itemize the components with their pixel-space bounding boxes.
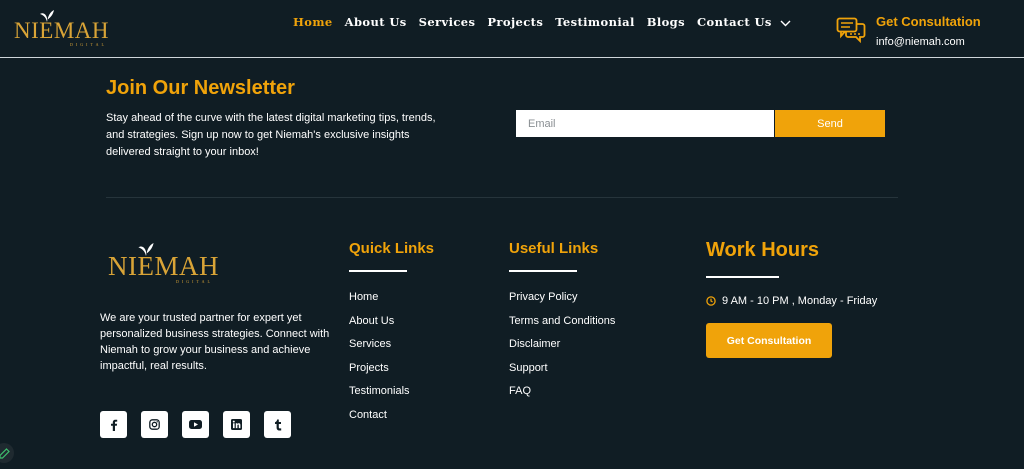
chat-icon <box>836 17 866 43</box>
nav-services[interactable]: Services <box>419 15 476 29</box>
youtube-icon[interactable] <box>182 411 209 438</box>
work-hours-title: Work Hours <box>706 239 819 261</box>
logo-wordmark: NIEMAH <box>14 18 109 43</box>
header-logo[interactable]: NIEMAH DIGITAL <box>14 10 114 47</box>
footer-brand-text: We are your trusted partner for expert y… <box>100 312 330 372</box>
quick-links-title: Quick Links <box>349 240 435 257</box>
footer-link-services[interactable]: Services <box>349 336 410 360</box>
useful-links-list: Privacy Policy Terms and Conditions Disc… <box>509 289 615 407</box>
get-consultation-button[interactable]: Get Consultation <box>706 323 832 358</box>
work-hours-underline <box>706 276 779 278</box>
header-consultation-title[interactable]: Get Consultation <box>876 14 981 29</box>
nav-contact-us[interactable]: Contact Us <box>697 15 791 29</box>
footer-link-testimonials[interactable]: Testimonials <box>349 383 410 407</box>
nav-blogs[interactable]: Blogs <box>647 15 685 29</box>
footer-link-projects[interactable]: Projects <box>349 360 410 384</box>
footer-link-privacy-policy[interactable]: Privacy Policy <box>509 289 615 313</box>
quick-links-underline <box>349 270 407 272</box>
nav-about-us[interactable]: About Us <box>345 15 407 29</box>
facebook-icon[interactable] <box>100 411 127 438</box>
newsletter-send-button[interactable]: Send <box>775 110 885 137</box>
chevron-down-icon[interactable] <box>780 20 791 27</box>
newsletter-text: Stay ahead of the curve with the latest … <box>106 112 436 158</box>
footer-link-terms[interactable]: Terms and Conditions <box>509 313 615 337</box>
nav-testimonial[interactable]: Testimonial <box>555 15 635 29</box>
newsletter-email-input[interactable] <box>516 110 774 137</box>
footer-link-about-us[interactable]: About Us <box>349 313 410 337</box>
clock-icon <box>706 296 716 306</box>
nav-home[interactable]: Home <box>293 15 333 29</box>
footer-logo-wordmark: NIEMAH <box>108 251 219 281</box>
header-email[interactable]: info@niemah.com <box>876 36 965 48</box>
instagram-icon[interactable] <box>141 411 168 438</box>
useful-links-title: Useful Links <box>509 240 599 257</box>
footer-logo[interactable]: NIEMAH DIGITAL <box>108 243 228 284</box>
tumblr-icon[interactable] <box>264 411 291 438</box>
footer-link-contact[interactable]: Contact <box>349 407 410 431</box>
footer-link-disclaimer[interactable]: Disclaimer <box>509 336 615 360</box>
logo-tagline: DIGITAL <box>70 42 107 47</box>
section-divider <box>106 197 898 198</box>
edit-fab[interactable] <box>0 443 14 463</box>
linkedin-icon[interactable] <box>223 411 250 438</box>
social-links <box>100 411 291 438</box>
footer-logo-tagline: DIGITAL <box>176 279 213 284</box>
nav-contact-us-label[interactable]: Contact Us <box>697 15 772 29</box>
work-hours-info: 9 AM - 10 PM , Monday - Friday <box>706 295 877 307</box>
work-hours-text: 9 AM - 10 PM , Monday - Friday <box>722 295 878 307</box>
useful-links-underline <box>509 270 577 272</box>
site-header: NIEMAH DIGITAL Home About Us Services Pr… <box>0 0 1024 58</box>
footer-link-support[interactable]: Support <box>509 360 615 384</box>
pencil-icon <box>0 447 10 459</box>
footer-link-home[interactable]: Home <box>349 289 410 313</box>
newsletter-title: Join Our Newsletter <box>106 77 295 99</box>
main-nav: Home About Us Services Projects Testimon… <box>293 15 791 29</box>
quick-links-list: Home About Us Services Projects Testimon… <box>349 289 410 430</box>
footer-link-faq[interactable]: FAQ <box>509 383 615 407</box>
nav-projects[interactable]: Projects <box>487 15 543 29</box>
